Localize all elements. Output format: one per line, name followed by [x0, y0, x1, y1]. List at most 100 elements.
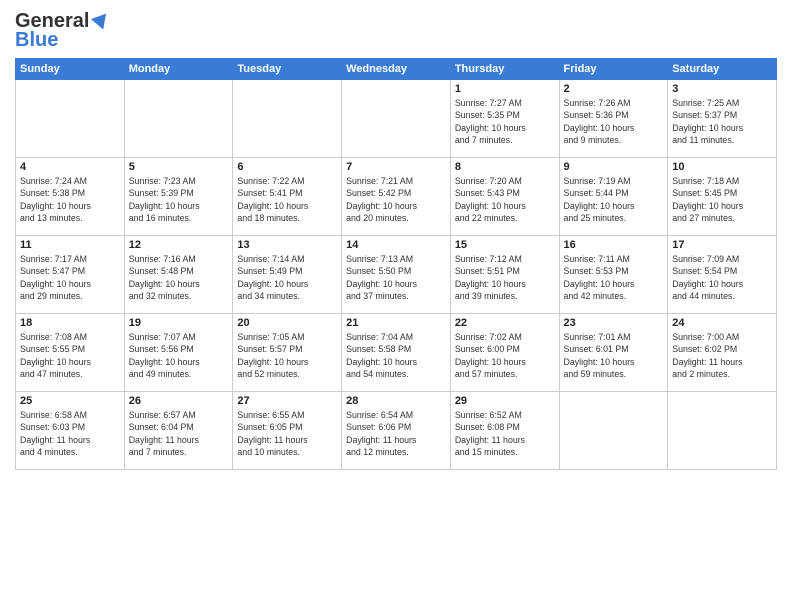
day-info: Sunrise: 7:19 AM Sunset: 5:44 PM Dayligh… — [564, 175, 664, 224]
day-number: 25 — [20, 395, 120, 407]
calendar-header-wednesday: Wednesday — [342, 59, 451, 80]
day-info: Sunrise: 7:13 AM Sunset: 5:50 PM Dayligh… — [346, 253, 446, 302]
day-number: 28 — [346, 395, 446, 407]
day-info: Sunrise: 7:09 AM Sunset: 5:54 PM Dayligh… — [672, 253, 772, 302]
day-number: 12 — [129, 239, 229, 251]
day-info: Sunrise: 7:16 AM Sunset: 5:48 PM Dayligh… — [129, 253, 229, 302]
calendar-cell: 9Sunrise: 7:19 AM Sunset: 5:44 PM Daylig… — [559, 158, 668, 236]
calendar-cell: 20 Sunrise: 7:05 AM Sunset: 5:57 PM Dayli… — [233, 314, 342, 392]
day-number: 8 — [455, 161, 555, 173]
day-info: Sunrise: 7:25 AM Sunset: 5:37 PM Dayligh… — [672, 97, 772, 146]
day-number: 18 — [20, 317, 120, 329]
logo-blue: Blue — [15, 29, 58, 52]
calendar-header-friday: Friday — [559, 59, 668, 80]
calendar-cell: 5 Sunrise: 7:23 AM Sunset: 5:39 PM Daylig… — [124, 158, 233, 236]
day-info: Sunrise: 7:21 AM Sunset: 5:42 PM Dayligh… — [346, 175, 446, 224]
calendar-cell — [124, 80, 233, 158]
logo: General Blue — [15, 10, 107, 52]
day-info: Sunrise: 7:20 AM Sunset: 5:43 PM Dayligh… — [455, 175, 555, 224]
calendar-cell: 25 Sunrise: 6:58 AM Sunset: 6:03 PM Dayli… — [16, 392, 125, 470]
calendar-cell: 17 Sunrise: 7:09 AM Sunset: 5:54 PM Dayli… — [668, 236, 777, 314]
calendar-cell: 21 Sunrise: 7:04 AM Sunset: 5:58 PM Dayli… — [342, 314, 451, 392]
day-number: 29 — [455, 395, 555, 407]
day-info: Sunrise: 7:14 AM Sunset: 5:49 PM Dayligh… — [237, 253, 337, 302]
day-number: 15 — [455, 239, 555, 251]
day-number: 7 — [346, 161, 446, 173]
calendar-cell: 10 Sunrise: 7:18 AM Sunset: 5:45 PM Dayli… — [668, 158, 777, 236]
calendar-header-row: SundayMondayTuesdayWednesdayThursdayFrid… — [16, 59, 777, 80]
day-number: 19 — [129, 317, 229, 329]
calendar-week-row: 18 Sunrise: 7:08 AM Sunset: 5:55 PM Dayli… — [16, 314, 777, 392]
day-info: Sunrise: 7:11 AM Sunset: 5:53 PM Dayligh… — [564, 253, 664, 302]
day-info: Sunrise: 7:00 AM Sunset: 6:02 PM Dayligh… — [672, 331, 772, 380]
day-number: 16 — [564, 239, 664, 251]
day-info: Sunrise: 6:55 AM Sunset: 6:05 PM Dayligh… — [237, 409, 337, 458]
day-info: Sunrise: 7:04 AM Sunset: 5:58 PM Dayligh… — [346, 331, 446, 380]
day-info: Sunrise: 7:08 AM Sunset: 5:55 PM Dayligh… — [20, 331, 120, 380]
calendar-cell — [559, 392, 668, 470]
day-info: Sunrise: 7:07 AM Sunset: 5:56 PM Dayligh… — [129, 331, 229, 380]
calendar-week-row: 25 Sunrise: 6:58 AM Sunset: 6:03 PM Dayli… — [16, 392, 777, 470]
day-info: Sunrise: 7:27 AM Sunset: 5:35 PM Dayligh… — [455, 97, 555, 146]
calendar-cell: 7 Sunrise: 7:21 AM Sunset: 5:42 PM Daylig… — [342, 158, 451, 236]
day-info: Sunrise: 7:02 AM Sunset: 6:00 PM Dayligh… — [455, 331, 555, 380]
day-number: 10 — [672, 161, 772, 173]
calendar-week-row: 1 Sunrise: 7:27 AM Sunset: 5:35 PM Daylig… — [16, 80, 777, 158]
calendar-cell: 23Sunrise: 7:01 AM Sunset: 6:01 PM Dayli… — [559, 314, 668, 392]
day-info: Sunrise: 7:17 AM Sunset: 5:47 PM Dayligh… — [20, 253, 120, 302]
day-number: 4 — [20, 161, 120, 173]
calendar-cell: 12 Sunrise: 7:16 AM Sunset: 5:48 PM Dayli… — [124, 236, 233, 314]
day-number: 3 — [672, 83, 772, 95]
day-info: Sunrise: 7:12 AM Sunset: 5:51 PM Dayligh… — [455, 253, 555, 302]
calendar-cell: 8 Sunrise: 7:20 AM Sunset: 5:43 PM Daylig… — [450, 158, 559, 236]
day-number: 21 — [346, 317, 446, 329]
calendar-cell — [342, 80, 451, 158]
calendar-header-sunday: Sunday — [16, 59, 125, 80]
calendar-cell: 19 Sunrise: 7:07 AM Sunset: 5:56 PM Dayli… — [124, 314, 233, 392]
day-info: Sunrise: 7:26 AM Sunset: 5:36 PM Dayligh… — [564, 97, 664, 146]
calendar-cell: 27 Sunrise: 6:55 AM Sunset: 6:05 PM Dayli… — [233, 392, 342, 470]
day-number: 2 — [564, 83, 664, 95]
calendar-cell: 28 Sunrise: 6:54 AM Sunset: 6:06 PM Dayli… — [342, 392, 451, 470]
calendar-cell — [233, 80, 342, 158]
calendar-cell: 1 Sunrise: 7:27 AM Sunset: 5:35 PM Daylig… — [450, 80, 559, 158]
day-info: Sunrise: 7:18 AM Sunset: 5:45 PM Dayligh… — [672, 175, 772, 224]
day-info: Sunrise: 6:57 AM Sunset: 6:04 PM Dayligh… — [129, 409, 229, 458]
day-info: Sunrise: 7:24 AM Sunset: 5:38 PM Dayligh… — [20, 175, 120, 224]
day-info: Sunrise: 6:54 AM Sunset: 6:06 PM Dayligh… — [346, 409, 446, 458]
day-number: 13 — [237, 239, 337, 251]
day-info: Sunrise: 7:05 AM Sunset: 5:57 PM Dayligh… — [237, 331, 337, 380]
day-number: 1 — [455, 83, 555, 95]
calendar-header-saturday: Saturday — [668, 59, 777, 80]
header: General Blue — [15, 10, 777, 52]
day-info: Sunrise: 7:23 AM Sunset: 5:39 PM Dayligh… — [129, 175, 229, 224]
day-number: 17 — [672, 239, 772, 251]
calendar-cell: 24 Sunrise: 7:00 AM Sunset: 6:02 PM Dayli… — [668, 314, 777, 392]
calendar-cell: 13 Sunrise: 7:14 AM Sunset: 5:49 PM Dayli… — [233, 236, 342, 314]
day-info: Sunrise: 6:58 AM Sunset: 6:03 PM Dayligh… — [20, 409, 120, 458]
calendar-cell: 14Sunrise: 7:13 AM Sunset: 5:50 PM Dayli… — [342, 236, 451, 314]
calendar-cell: 2 Sunrise: 7:26 AM Sunset: 5:36 PM Daylig… — [559, 80, 668, 158]
calendar-cell: 11Sunrise: 7:17 AM Sunset: 5:47 PM Dayli… — [16, 236, 125, 314]
logo-triangle-icon — [91, 8, 112, 29]
calendar-cell: 29Sunrise: 6:52 AM Sunset: 6:08 PM Dayli… — [450, 392, 559, 470]
calendar-cell — [668, 392, 777, 470]
calendar-cell: 6Sunrise: 7:22 AM Sunset: 5:41 PM Daylig… — [233, 158, 342, 236]
day-number: 5 — [129, 161, 229, 173]
day-number: 26 — [129, 395, 229, 407]
calendar-cell: 22 Sunrise: 7:02 AM Sunset: 6:00 PM Dayli… — [450, 314, 559, 392]
calendar-cell — [16, 80, 125, 158]
calendar-header-monday: Monday — [124, 59, 233, 80]
calendar-cell: 26 Sunrise: 6:57 AM Sunset: 6:04 PM Dayli… — [124, 392, 233, 470]
day-number: 22 — [455, 317, 555, 329]
day-number: 20 — [237, 317, 337, 329]
calendar-cell: 18 Sunrise: 7:08 AM Sunset: 5:55 PM Dayli… — [16, 314, 125, 392]
calendar-table: SundayMondayTuesdayWednesdayThursdayFrid… — [15, 58, 777, 470]
page: General Blue SundayMondayTuesdayWednesda… — [0, 0, 792, 612]
day-number: 27 — [237, 395, 337, 407]
calendar-week-row: 11Sunrise: 7:17 AM Sunset: 5:47 PM Dayli… — [16, 236, 777, 314]
calendar-cell: 15 Sunrise: 7:12 AM Sunset: 5:51 PM Dayli… — [450, 236, 559, 314]
day-number: 6 — [237, 161, 337, 173]
day-number: 23 — [564, 317, 664, 329]
day-number: 24 — [672, 317, 772, 329]
